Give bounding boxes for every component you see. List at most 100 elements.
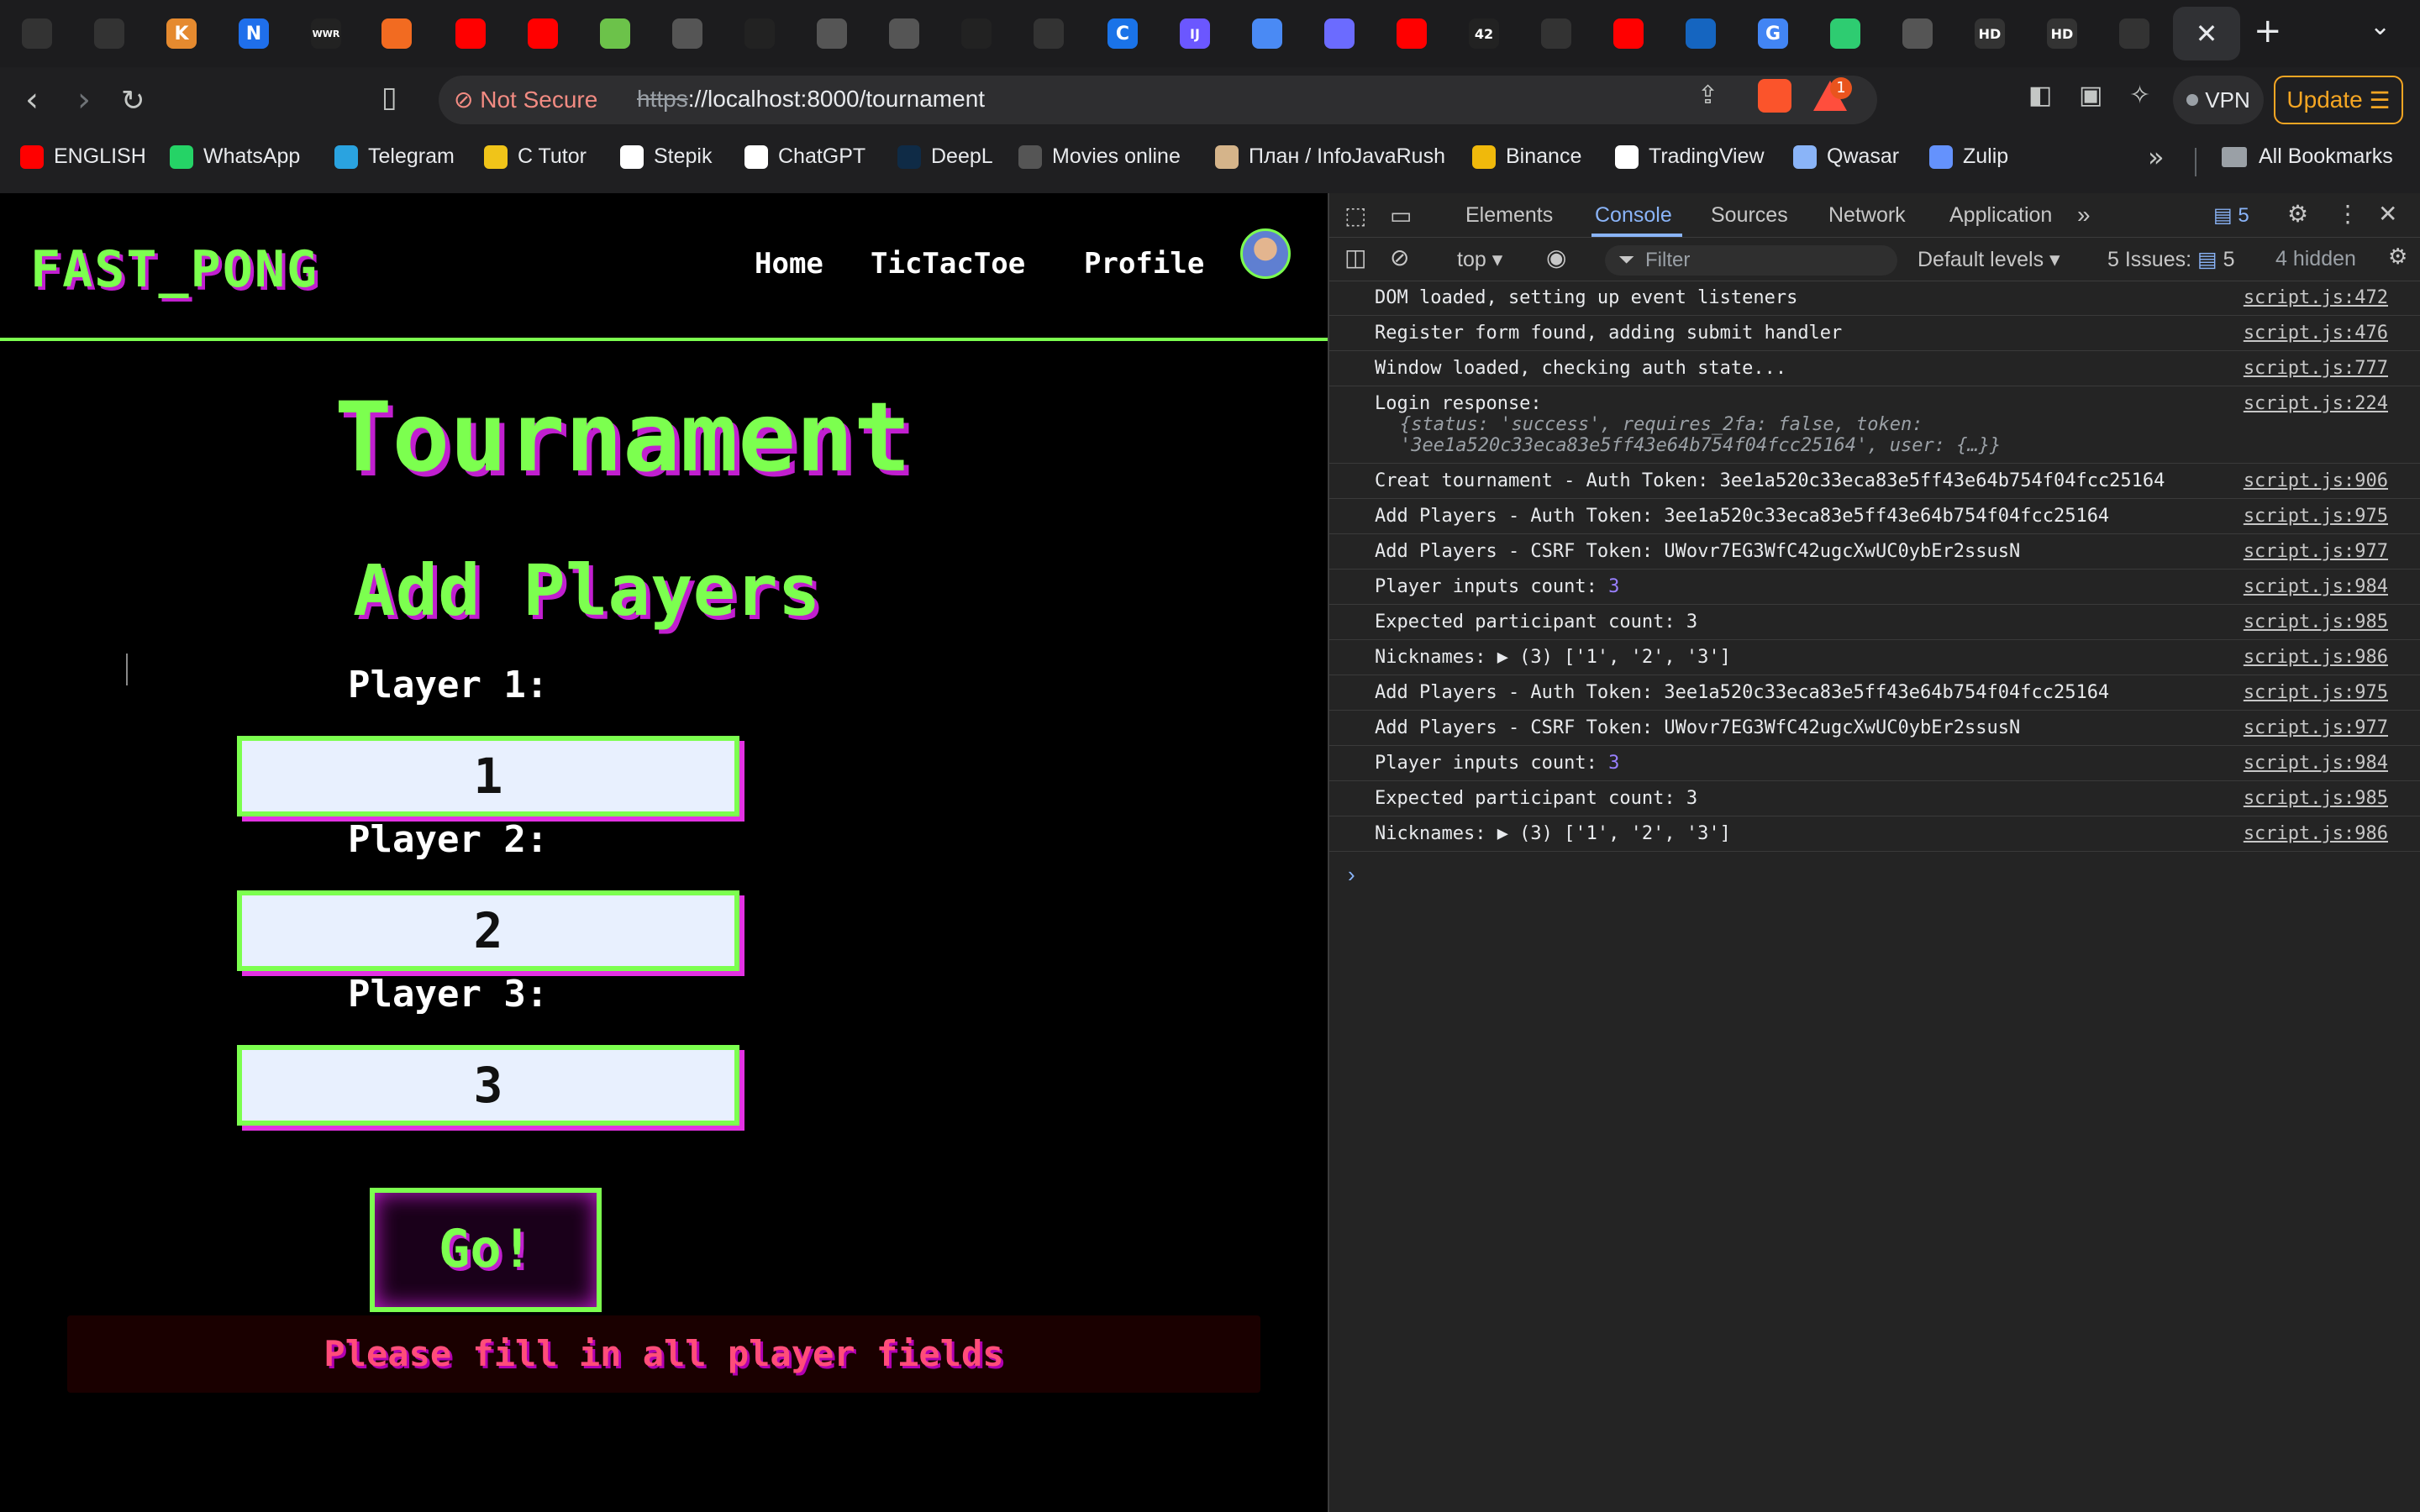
- console-message[interactable]: Add Players - CSRF Token: UWovr7EG3WfC42…: [1329, 534, 2420, 570]
- issues-counter[interactable]: ▤ 5: [2213, 203, 2249, 228]
- site-logo[interactable]: FAST_PONG: [30, 240, 318, 299]
- github-icon[interactable]: [1034, 18, 1064, 49]
- forward-icon[interactable]: ›: [77, 81, 91, 119]
- chevron-down-icon[interactable]: ⌄: [2370, 12, 2391, 41]
- console-source-link[interactable]: script.js:224: [2244, 393, 2388, 414]
- globe-icon[interactable]: [1902, 18, 1933, 49]
- console-message[interactable]: DOM loaded, setting up event listeners sc…: [1329, 281, 2420, 316]
- triangle-icon[interactable]: [961, 18, 992, 49]
- leo-ai-icon[interactable]: ✧: [2129, 81, 2150, 110]
- youtube-icon[interactable]: [528, 18, 558, 49]
- go-button[interactable]: Go!: [370, 1188, 602, 1312]
- console-source-link[interactable]: script.js:975: [2244, 682, 2388, 703]
- github-icon[interactable]: [22, 18, 52, 49]
- wallet-icon[interactable]: ▣: [2079, 81, 2102, 110]
- kebab-menu-icon[interactable]: ⋮: [2336, 200, 2360, 228]
- bookmark-item[interactable]: WhatsApp: [170, 144, 300, 169]
- bookmark-item[interactable]: ENGLISH: [20, 144, 146, 169]
- console-source-link[interactable]: script.js:977: [2244, 541, 2388, 562]
- log-levels-select[interactable]: Default levels ▾: [1918, 247, 2060, 272]
- bookmark-item[interactable]: DeepL: [897, 144, 993, 169]
- console-message[interactable]: Creat tournament - Auth Token: 3ee1a520c…: [1329, 464, 2420, 499]
- burst-icon[interactable]: [1324, 18, 1355, 49]
- github-icon[interactable]: [1541, 18, 1571, 49]
- bookmark-item[interactable]: Telegram: [334, 144, 455, 169]
- console-source-link[interactable]: script.js:985: [2244, 612, 2388, 633]
- not-secure-indicator[interactable]: ⊘ Not Secure: [454, 86, 597, 113]
- bookmark-item[interactable]: Qwasar: [1793, 144, 1899, 169]
- bars-icon[interactable]: [381, 18, 412, 49]
- console-source-link[interactable]: script.js:986: [2244, 647, 2388, 668]
- code-icon[interactable]: [1252, 18, 1282, 49]
- tab-application[interactable]: Application: [1949, 203, 2052, 228]
- all-bookmarks-button[interactable]: All Bookmarks: [2222, 144, 2393, 169]
- player-2-input[interactable]: 2: [237, 890, 739, 971]
- tab-sources[interactable]: Sources: [1711, 203, 1788, 228]
- intellij-icon[interactable]: IJ: [1180, 18, 1210, 49]
- console-source-link[interactable]: script.js:975: [2244, 506, 2388, 527]
- player-1-input[interactable]: 1: [237, 736, 739, 816]
- back-icon[interactable]: ‹: [25, 81, 39, 119]
- nav-profile[interactable]: Profile: [1084, 247, 1204, 281]
- n-icon[interactable]: N: [239, 18, 269, 49]
- bookmark-item[interactable]: C Tutor: [484, 144, 587, 169]
- tab-elements[interactable]: Elements: [1465, 203, 1553, 228]
- youtube-icon[interactable]: [1397, 18, 1427, 49]
- avatar[interactable]: [1240, 228, 1291, 279]
- update-button[interactable]: Update ☰: [2274, 76, 2403, 124]
- 42-icon[interactable]: 42: [1469, 18, 1499, 49]
- console-message[interactable]: Nicknames: ▶ (3) ['1', '2', '3'] script.j…: [1329, 640, 2420, 675]
- close-icon[interactable]: ✕: [2378, 200, 2397, 228]
- bookmark-item[interactable]: Binance: [1472, 144, 1581, 169]
- context-select[interactable]: top ▾: [1457, 247, 1502, 272]
- globe-icon[interactable]: [817, 18, 847, 49]
- new-tab-icon[interactable]: +: [2254, 12, 2282, 50]
- vpn-button[interactable]: VPN: [2173, 76, 2264, 124]
- more-tabs-icon[interactable]: »: [2077, 202, 2091, 228]
- tab-network[interactable]: Network: [1828, 203, 1906, 228]
- console-source-link[interactable]: script.js:777: [2244, 358, 2388, 379]
- c-icon[interactable]: C: [1107, 18, 1138, 49]
- share-icon[interactable]: ⇪: [1697, 81, 1718, 110]
- console-message[interactable]: Window loaded, checking auth state... scr…: [1329, 351, 2420, 386]
- issues-summary[interactable]: 5 Issues: ▤ 5: [2107, 247, 2235, 272]
- url-text[interactable]: https://localhost:8000/tournament: [637, 86, 985, 113]
- bookmark-item[interactable]: Stepik: [620, 144, 712, 169]
- console-message[interactable]: Nicknames: ▶ (3) ['1', '2', '3'] script.j…: [1329, 816, 2420, 852]
- clear-console-icon[interactable]: ⊘: [1390, 244, 1409, 271]
- bookmark-item[interactable]: ChatGPT: [744, 144, 865, 169]
- gear-icon[interactable]: ⚙: [2287, 200, 2308, 228]
- console-source-link[interactable]: script.js:977: [2244, 717, 2388, 738]
- device-toolbar-icon[interactable]: ▭: [1390, 202, 1412, 229]
- console-source-link[interactable]: script.js:986: [2244, 823, 2388, 844]
- bookmark-item[interactable]: Zulip: [1929, 144, 2008, 169]
- console-message[interactable]: Expected participant count: 3 script.js:9…: [1329, 781, 2420, 816]
- hd-icon[interactable]: HD: [1975, 18, 2005, 49]
- tab-console[interactable]: Console: [1595, 203, 1672, 228]
- console-object-preview[interactable]: {status: 'success', requires_2fa: false,…: [1375, 414, 2354, 456]
- console-source-link[interactable]: script.js:985: [2244, 788, 2388, 809]
- globe-green-icon[interactable]: [600, 18, 630, 49]
- bookmark-item[interactable]: План / InfoJavaRush: [1215, 144, 1445, 169]
- app-icon[interactable]: [1830, 18, 1860, 49]
- reload-icon[interactable]: ↻: [121, 84, 145, 118]
- console-message[interactable]: Player inputs count: 3 script.js:984: [1329, 746, 2420, 781]
- console-source-link[interactable]: script.js:984: [2244, 753, 2388, 774]
- sidebar-icon[interactable]: ◧: [2028, 81, 2052, 110]
- wwr-icon[interactable]: WWR: [311, 18, 341, 49]
- console-message[interactable]: Add Players - CSRF Token: UWovr7EG3WfC42…: [1329, 711, 2420, 746]
- youtube-icon[interactable]: [1613, 18, 1644, 49]
- google-icon[interactable]: G: [1758, 18, 1788, 49]
- bookmark-item[interactable]: TradingView: [1615, 144, 1765, 169]
- bookmark-icon[interactable]: ▯: [381, 81, 397, 114]
- book-icon[interactable]: [889, 18, 919, 49]
- console-message[interactable]: Login response: {status: 'success', requi…: [1329, 386, 2420, 464]
- console-message[interactable]: Player inputs count: 3 script.js:984: [1329, 570, 2420, 605]
- openai-icon[interactable]: [94, 18, 124, 49]
- nav-home[interactable]: Home: [755, 247, 823, 281]
- bookmark-item[interactable]: Movies online: [1018, 144, 1181, 169]
- printer-icon[interactable]: [672, 18, 702, 49]
- star-burst-icon[interactable]: [744, 18, 775, 49]
- filter-input[interactable]: ⏷ Filter: [1605, 245, 1897, 276]
- active-tab-close-icon[interactable]: ✕: [2173, 7, 2240, 60]
